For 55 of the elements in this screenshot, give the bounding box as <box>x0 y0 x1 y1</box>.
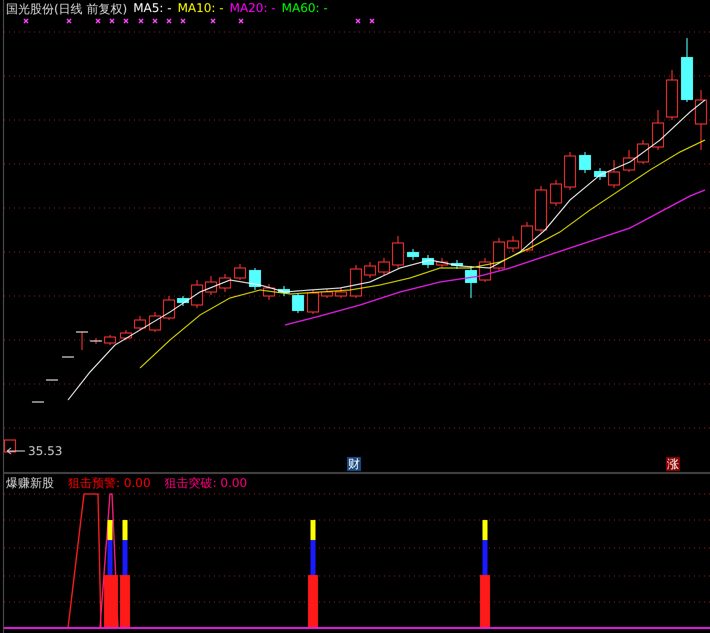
candlestick <box>564 152 576 190</box>
candlestick <box>104 334 116 346</box>
candlestick <box>364 262 376 278</box>
candlestick <box>149 312 161 332</box>
candlestick <box>535 186 547 232</box>
indicator-label: 狙击突破: 0.00 <box>164 475 248 492</box>
candlestick <box>234 264 246 280</box>
candlestick <box>4 440 16 452</box>
indicator-title: 爆赚新股 <box>6 475 54 492</box>
candlestick <box>681 38 693 102</box>
event-marker[interactable]: 财 <box>347 457 361 471</box>
indicator-label: MA60: - <box>282 1 328 17</box>
candlestick <box>163 296 175 320</box>
indicator-label: MA20: - <box>230 1 276 17</box>
candlestick <box>652 110 664 150</box>
candlestick <box>507 236 519 252</box>
candlestick <box>465 266 477 298</box>
indicator-label: MA10: - <box>178 1 224 17</box>
candlestick <box>407 248 419 260</box>
candlestick <box>436 258 448 268</box>
low-price-label: 35.53 <box>28 444 62 458</box>
chart-title: 国光股份(日线 前复权) <box>6 1 128 18</box>
candlestick <box>219 274 231 292</box>
candlestick <box>666 70 678 120</box>
candlestick <box>263 284 275 300</box>
candlestick <box>177 296 189 306</box>
candlestick <box>637 140 649 164</box>
candlestick <box>521 222 533 252</box>
candlestick <box>307 290 319 314</box>
candlestick <box>120 330 132 340</box>
candlestick <box>292 292 304 314</box>
candlestick <box>422 254 434 268</box>
candlestick <box>550 180 562 206</box>
candlestick <box>594 168 606 180</box>
event-marker[interactable]: 涨 <box>666 457 680 471</box>
candlestick <box>579 152 591 174</box>
candlestick <box>392 236 404 268</box>
candlestick <box>191 280 203 308</box>
candlestick <box>695 90 707 150</box>
candlestick <box>134 316 146 330</box>
indicator-label: 狙击预警: 0.00 <box>68 475 151 492</box>
candlestick <box>608 160 620 188</box>
candlestick <box>378 258 390 276</box>
candlestick <box>493 238 505 270</box>
candlestick <box>451 260 463 270</box>
candlestick <box>623 150 635 172</box>
candlestick <box>205 276 217 296</box>
candlestick <box>321 288 333 298</box>
indicator-label: MA5: - <box>133 1 172 17</box>
candlestick <box>335 288 347 298</box>
candlestick <box>249 268 261 290</box>
candlestick <box>350 264 362 298</box>
arrow-left-icon <box>6 447 26 455</box>
candlestick <box>62 356 74 358</box>
candlestick <box>278 286 290 296</box>
